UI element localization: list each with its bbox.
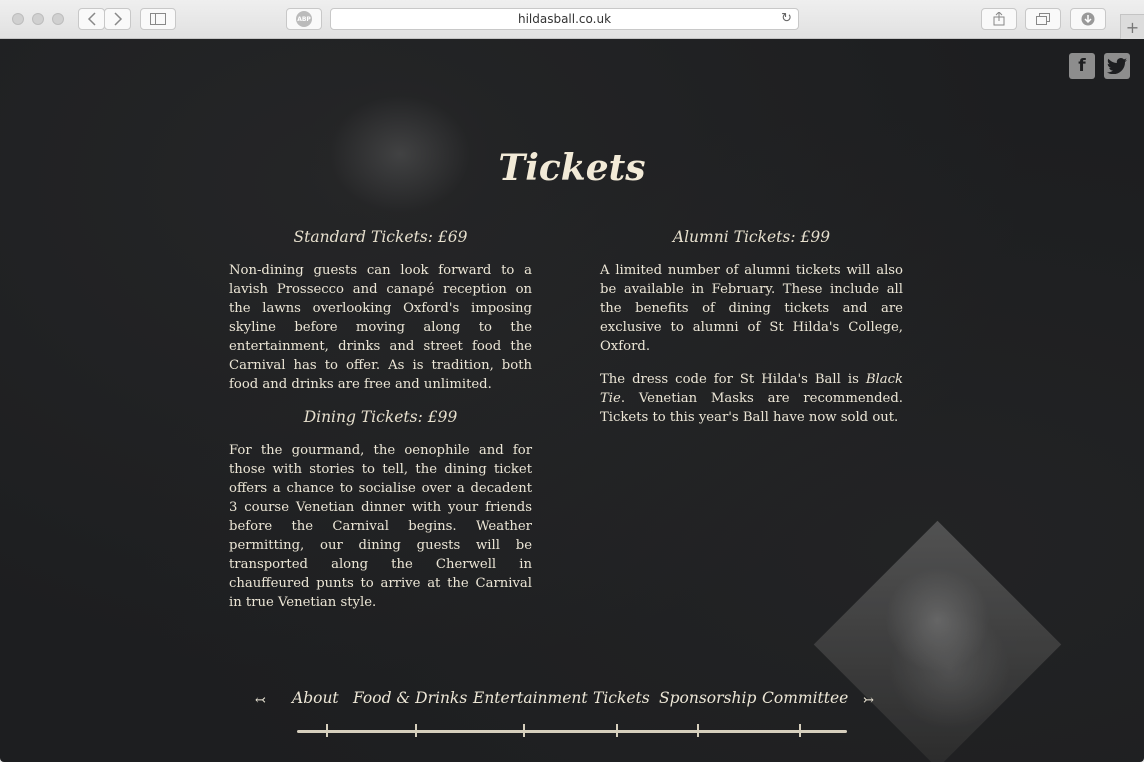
dress-code-text: The dress code for St Hilda's Ball is Bl…: [600, 370, 903, 427]
dining-tickets-heading: Dining Tickets: £99: [303, 408, 458, 426]
nav-item-tickets[interactable]: Tickets: [593, 689, 650, 707]
page-content: f Tickets Standard Tickets: £69 Non-dini…: [0, 39, 1144, 762]
new-tab-button[interactable]: +: [1120, 14, 1144, 39]
nav-item-food-drinks[interactable]: Food & Drinks: [353, 689, 467, 707]
nav-item-about[interactable]: About: [292, 689, 339, 707]
adblock-button[interactable]: ABP: [286, 8, 322, 30]
standard-tickets-heading: Standard Tickets: £69: [293, 228, 468, 246]
share-button[interactable]: [981, 8, 1017, 30]
adblock-icon: ABP: [296, 11, 312, 27]
nav-next-arrow[interactable]: ↣: [863, 693, 874, 708]
address-bar[interactable]: hildasball.co.uk ↻: [330, 8, 799, 30]
minimize-window-button[interactable]: [32, 13, 44, 25]
download-icon: [1081, 12, 1095, 26]
standard-tickets-text: Non-dining guests can look forward to a …: [229, 263, 532, 392]
tabs-icon: [1036, 13, 1050, 25]
reload-icon[interactable]: ↻: [781, 11, 792, 26]
close-window-button[interactable]: [12, 13, 24, 25]
nav-item-sponsorship[interactable]: Sponsorship: [659, 689, 756, 707]
facebook-icon[interactable]: f: [1069, 53, 1095, 79]
tabs-button[interactable]: [1025, 8, 1061, 30]
share-icon: [993, 12, 1005, 26]
sidebar-button[interactable]: [140, 8, 176, 30]
chevron-right-icon: [113, 12, 122, 26]
dining-tickets-text: For the gourmand, the oenophile and for …: [229, 443, 532, 610]
nav-tick: [799, 724, 801, 737]
zoom-window-button[interactable]: [52, 13, 64, 25]
bottom-navigation: ↢ About Food & Drinks Entertainment Tick…: [0, 689, 1144, 729]
nav-tick: [523, 724, 525, 737]
browser-toolbar: ABP hildasball.co.uk ↻ +: [0, 0, 1144, 39]
url-text: hildasball.co.uk: [517, 12, 612, 26]
back-button[interactable]: [78, 8, 105, 30]
nav-item-entertainment[interactable]: Entertainment: [473, 689, 588, 707]
forward-button[interactable]: [104, 8, 131, 30]
left-column: Standard Tickets: £69 Non-dining guests …: [229, 228, 532, 626]
right-column: Alumni Tickets: £99 A limited number of …: [600, 228, 903, 441]
nav-item-committee[interactable]: Committee: [762, 689, 848, 707]
page-title: Tickets: [498, 147, 646, 189]
alumni-tickets-text: A limited number of alumni tickets will …: [600, 263, 903, 354]
twitter-icon[interactable]: [1104, 53, 1130, 79]
chevron-left-icon: [87, 12, 96, 26]
sidebar-icon: [150, 13, 166, 25]
nav-rail: [297, 724, 847, 737]
nav-tick: [415, 724, 417, 737]
nav-tick: [697, 724, 699, 737]
nav-tick: [616, 724, 618, 737]
dress-code-after: . Venetian Masks are recommended. Ticket…: [600, 391, 903, 425]
dress-code-before: The dress code for St Hilda's Ball is: [600, 372, 866, 387]
nav-prev-arrow[interactable]: ↢: [255, 693, 266, 708]
downloads-button[interactable]: [1070, 8, 1106, 30]
nav-tick: [326, 724, 328, 737]
alumni-tickets-heading: Alumni Tickets: £99: [672, 228, 831, 246]
